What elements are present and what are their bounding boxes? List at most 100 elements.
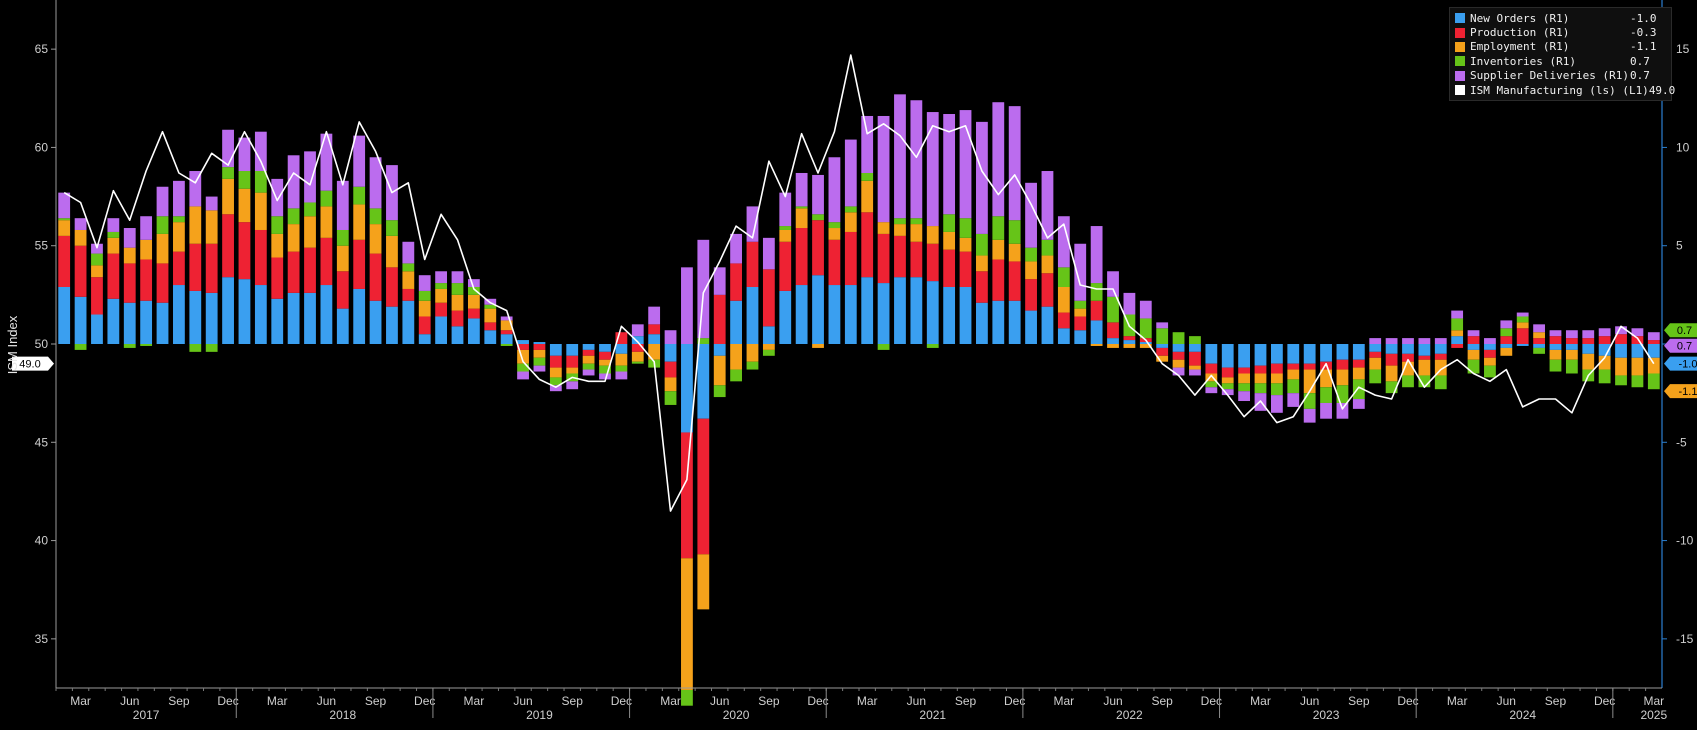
bar-segment: [123, 263, 136, 303]
bar-segment: [894, 235, 906, 278]
bar-segment: [762, 237, 775, 270]
x-month-label: Mar: [1447, 694, 1468, 708]
bar-segment: [615, 344, 628, 354]
bar-segment: [697, 554, 710, 610]
bar-segment: [1516, 316, 1529, 323]
legend-value: 0.7: [1630, 54, 1650, 68]
end-label: 0.7: [1677, 325, 1692, 337]
bar-segment: [1303, 369, 1316, 394]
bar-segment: [664, 391, 677, 405]
bar-segment: [730, 369, 742, 382]
bar-segment: [91, 277, 103, 315]
y-axis-title: ISM Index: [5, 315, 20, 374]
bar-segment: [615, 353, 628, 366]
bar-segment: [353, 135, 366, 187]
bar-segment: [1647, 340, 1660, 344]
bar-segment: [271, 257, 284, 299]
bar-segment: [1369, 344, 1382, 352]
bar-segment: [910, 218, 923, 225]
bar-segment: [1172, 332, 1185, 344]
bar-segment: [943, 214, 956, 232]
x-month-label: Mar: [267, 694, 288, 708]
legend-value: -0.3: [1630, 26, 1657, 40]
bar-segment: [238, 222, 251, 280]
bar-segment: [1500, 328, 1513, 337]
bar-segment: [1107, 271, 1119, 297]
bar-segment: [1484, 365, 1496, 378]
legend-item: Employment (R1) -1.1: [1455, 40, 1666, 54]
bar-segment: [1172, 344, 1185, 352]
bar-segment: [1303, 344, 1316, 364]
bar-segment: [861, 172, 874, 181]
bar-segment: [1123, 336, 1136, 341]
x-month-label: Mar: [857, 694, 878, 708]
x-month-label: Jun: [907, 694, 926, 708]
bar-segment: [1565, 349, 1578, 360]
legend-value: -1.0: [1630, 11, 1657, 25]
bar-segment: [287, 208, 300, 225]
bar-segment: [976, 302, 988, 344]
bar-segment: [779, 241, 792, 291]
x-year-label: 2021: [919, 708, 946, 722]
bar-segment: [238, 188, 251, 223]
stacked-bars: [58, 94, 1660, 706]
x-month-label: Mar: [1250, 694, 1271, 708]
bar-segment: [1434, 353, 1447, 360]
bar-segment: [615, 365, 628, 372]
bar-segment: [418, 334, 431, 344]
bar-segment: [599, 373, 611, 380]
bar-segment: [1631, 344, 1644, 358]
bar-segment: [1221, 377, 1234, 384]
bar-segment: [123, 302, 136, 344]
bar-segment: [1074, 316, 1087, 331]
bar-segment: [844, 212, 857, 232]
legend-label: Production (R1): [1470, 26, 1570, 40]
bar-segment: [648, 334, 661, 344]
bar-segment: [1582, 353, 1595, 370]
legend-swatch: [1455, 27, 1465, 38]
x-month-label: Dec: [1397, 694, 1418, 708]
bar-segment: [1270, 383, 1283, 396]
bar-segment: [664, 361, 677, 378]
bar-segment: [795, 172, 808, 207]
bar-segment: [1303, 363, 1316, 370]
x-year-label: 2023: [1313, 708, 1340, 722]
bar-segment: [1254, 383, 1267, 394]
bar-segment: [402, 241, 415, 264]
bar-segment: [320, 206, 333, 238]
bar-segment: [1008, 220, 1021, 244]
bar-segment: [1451, 336, 1464, 344]
left-tick-label: 40: [35, 534, 49, 548]
bar-segment: [451, 271, 464, 284]
bar-segment: [1008, 243, 1021, 262]
bar-segment: [566, 344, 579, 356]
bar-segment: [1500, 347, 1513, 356]
bar-segment: [1287, 369, 1300, 380]
bar-segment: [1139, 318, 1152, 339]
bar-segment: [730, 300, 742, 344]
bar-segment: [1565, 330, 1578, 339]
bar-segment: [1057, 328, 1070, 344]
bar-segment: [74, 229, 87, 246]
x-year-label: 2019: [526, 708, 553, 722]
bar-segment: [140, 216, 153, 240]
bar-segment: [1139, 342, 1152, 344]
legend-item: Supplier Deliveries (R1) 0.7: [1455, 69, 1666, 83]
bar-segment: [107, 298, 120, 344]
bar-segment: [746, 241, 759, 287]
x-year-label: 2020: [723, 708, 750, 722]
bar-segment: [1451, 330, 1464, 337]
bar-segment: [1008, 106, 1021, 221]
bar-segment: [353, 288, 366, 344]
bar-segment: [582, 349, 595, 356]
bar-segment: [1221, 367, 1234, 378]
bar-segment: [418, 300, 431, 317]
bar-segment: [1533, 324, 1545, 333]
bar-segment: [812, 214, 824, 221]
bar-segment: [844, 285, 857, 344]
legend-item: Inventories (R1) 0.7: [1455, 54, 1666, 68]
bar-segment: [861, 180, 874, 213]
x-month-label: Jun: [1497, 694, 1516, 708]
bar-segment: [1107, 344, 1119, 348]
bar-segment: [566, 367, 579, 374]
